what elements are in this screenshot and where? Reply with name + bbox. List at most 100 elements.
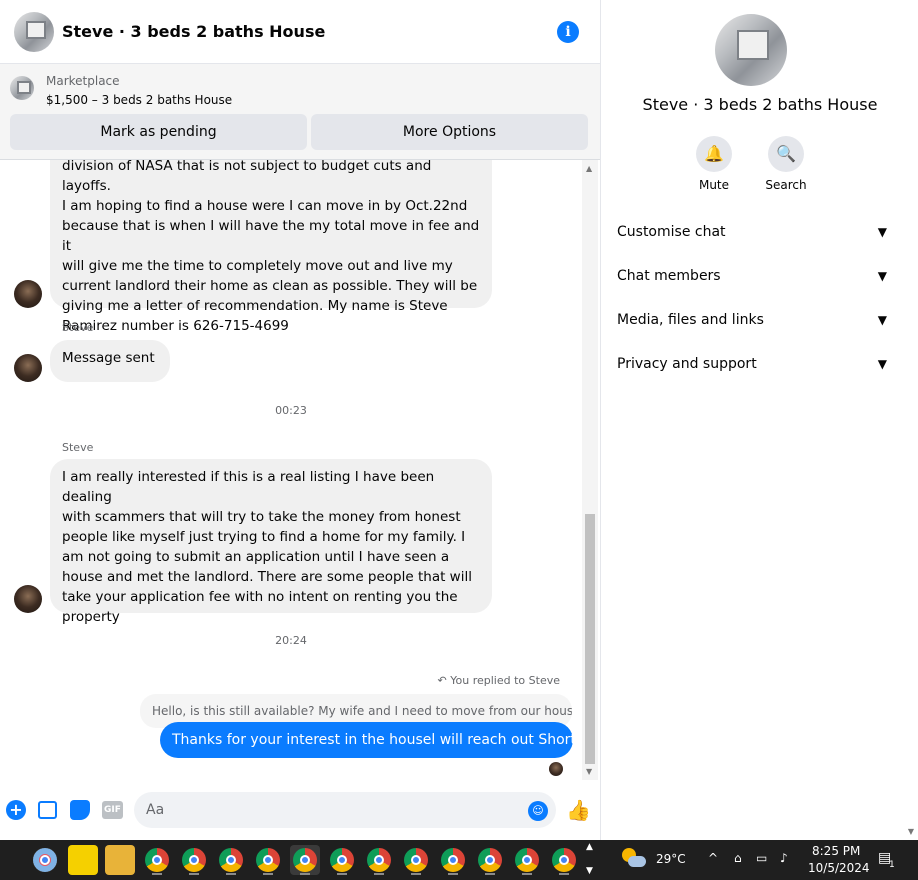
search-button[interactable]: 🔍 Search bbox=[758, 136, 814, 192]
chevron-down-icon: ▼ bbox=[877, 313, 887, 327]
chevron-down-icon: ▼ bbox=[877, 357, 887, 371]
message-line: with scammers that will try to take the … bbox=[62, 509, 461, 525]
message-text: Message sent bbox=[62, 350, 155, 366]
message-composer: + GIF ☺ 👍 bbox=[0, 788, 600, 832]
message-line: people like myself just trying to find a… bbox=[62, 529, 466, 545]
chevron-up-icon[interactable]: ^ bbox=[708, 851, 718, 865]
sender-avatar[interactable] bbox=[14, 354, 42, 382]
thumbs-up-icon[interactable]: 👍 bbox=[566, 798, 591, 822]
message-line: house and met the landlord. There are so… bbox=[62, 569, 472, 585]
notification-count: 1 bbox=[889, 860, 895, 870]
browser-icon[interactable] bbox=[549, 845, 579, 875]
scroll-down-arrow-icon[interactable]: ▼ bbox=[908, 827, 914, 836]
section-chat-members[interactable]: Chat members ▼ bbox=[617, 254, 887, 298]
info-title: Steve · 3 beds 2 baths House bbox=[642, 95, 878, 114]
seen-avatar bbox=[549, 762, 563, 776]
message-line: take your application fee with no intent… bbox=[62, 589, 458, 605]
reply-note-text: You replied to Steve bbox=[450, 674, 560, 687]
browser-icon[interactable] bbox=[142, 845, 172, 875]
taskbar-scroll-up-icon[interactable]: ▲ bbox=[586, 842, 593, 852]
browser-icon[interactable] bbox=[438, 845, 468, 875]
browser-icon[interactable] bbox=[327, 845, 357, 875]
sticker-icon[interactable] bbox=[70, 800, 90, 820]
timestamp: 20:24 bbox=[275, 634, 307, 647]
scrollbar-thumb[interactable] bbox=[585, 514, 595, 764]
mark-as-pending-button[interactable]: Mark as pending bbox=[10, 114, 307, 150]
message-thread[interactable]: division of NASA that is not subject to … bbox=[0, 160, 582, 780]
sender-avatar[interactable] bbox=[14, 585, 42, 613]
section-media-files-links[interactable]: Media, files and links ▼ bbox=[617, 298, 887, 342]
reply-note: ↶ You replied to Steve bbox=[438, 674, 560, 687]
timestamp: 00:23 bbox=[275, 404, 307, 417]
message-bubble[interactable]: I am really interested if this is a real… bbox=[50, 459, 492, 625]
browser-icon[interactable] bbox=[179, 845, 209, 875]
meet-now-icon[interactable]: ⌂ bbox=[734, 851, 742, 865]
marketplace-label: Marketplace bbox=[46, 74, 120, 88]
message-line: giving me a letter of recommendation. My… bbox=[62, 298, 448, 314]
browser-icon[interactable] bbox=[253, 845, 283, 875]
conversation-info-pane: Steve · 3 beds 2 baths House 🔔 Mute 🔍 Se… bbox=[600, 0, 918, 840]
clock-time[interactable]: 8:25 PM bbox=[812, 844, 860, 858]
browser-icon[interactable] bbox=[401, 845, 431, 875]
weather-icon[interactable] bbox=[622, 848, 646, 870]
search-label: Search bbox=[765, 178, 807, 192]
message-line: I am really interested if this is a real… bbox=[62, 469, 435, 505]
message-line: I am hoping to find a house were I can m… bbox=[62, 198, 468, 214]
emoji-icon[interactable]: ☺ bbox=[528, 801, 548, 821]
message-line: current landlord their home as clean as … bbox=[62, 278, 478, 294]
gif-icon[interactable]: GIF bbox=[102, 801, 123, 819]
message-line: am not going to submit an application un… bbox=[62, 549, 450, 565]
info-avatar[interactable] bbox=[715, 14, 787, 86]
section-label: Customise chat bbox=[617, 224, 726, 240]
browser-icon[interactable] bbox=[512, 845, 542, 875]
browser-icon[interactable] bbox=[364, 845, 394, 875]
reply-arrow-icon: ↶ bbox=[437, 674, 447, 687]
message-bubble[interactable]: Message sent bbox=[50, 340, 170, 382]
message-line: division of NASA that is not subject to … bbox=[62, 160, 432, 194]
sticky-notes-icon[interactable] bbox=[68, 845, 98, 875]
chevron-down-icon: ▼ bbox=[877, 269, 887, 283]
section-label: Chat members bbox=[617, 268, 721, 284]
network-icon[interactable]: ▭ bbox=[756, 851, 767, 865]
section-label: Privacy and support bbox=[617, 356, 757, 372]
thread-scrollbar[interactable]: ▲ ▼ bbox=[582, 160, 598, 780]
message-bubble[interactable]: division of NASA that is not subject to … bbox=[50, 160, 492, 334]
browser-icon[interactable] bbox=[216, 845, 246, 875]
message-input[interactable] bbox=[134, 792, 556, 828]
search-icon: 🔍 bbox=[768, 136, 804, 172]
taskbar-scroll-down-icon[interactable]: ▼ bbox=[586, 866, 593, 876]
my-message-bubble[interactable]: Thanks for your interest in the housel w… bbox=[160, 722, 582, 758]
message-line: property bbox=[62, 609, 120, 625]
chat-avatar[interactable] bbox=[14, 12, 54, 52]
info-icon[interactable]: i bbox=[557, 21, 579, 43]
section-privacy-support[interactable]: Privacy and support ▼ bbox=[617, 342, 887, 386]
weather-temperature[interactable]: 29°C bbox=[656, 852, 686, 866]
message-line: because that is when I will have the my … bbox=[62, 218, 480, 254]
listing-thumbnail[interactable] bbox=[10, 76, 34, 100]
listing-title[interactable]: $1,500 – 3 beds 2 baths House bbox=[46, 93, 232, 107]
cloud-shape bbox=[628, 856, 646, 867]
marketplace-bar: Marketplace $1,500 – 3 beds 2 baths Hous… bbox=[0, 64, 600, 160]
sender-name: Steve bbox=[62, 321, 94, 334]
photo-icon[interactable] bbox=[38, 801, 57, 819]
section-customise-chat[interactable]: Customise chat ▼ bbox=[617, 210, 887, 254]
browser-icon[interactable] bbox=[475, 845, 505, 875]
clock-date[interactable]: 10/5/2024 bbox=[808, 861, 870, 875]
section-label: Media, files and links bbox=[617, 312, 764, 328]
bell-icon: 🔔 bbox=[696, 136, 732, 172]
scroll-up-arrow-icon[interactable]: ▲ bbox=[586, 164, 592, 173]
sender-avatar[interactable] bbox=[14, 280, 42, 308]
paint-app-icon[interactable] bbox=[30, 845, 60, 875]
file-explorer-icon[interactable] bbox=[105, 845, 135, 875]
scroll-down-arrow-icon[interactable]: ▼ bbox=[586, 767, 592, 776]
message-line: will give me the time to completely move… bbox=[62, 258, 453, 274]
plus-icon[interactable]: + bbox=[6, 800, 26, 820]
browser-icon[interactable] bbox=[290, 845, 320, 875]
volume-icon[interactable]: ♪ bbox=[780, 851, 788, 865]
chevron-down-icon: ▼ bbox=[877, 225, 887, 239]
more-options-button[interactable]: More Options bbox=[311, 114, 588, 150]
mute-label: Mute bbox=[698, 178, 730, 192]
chat-pane: Steve · 3 beds 2 baths House i Marketpla… bbox=[0, 0, 600, 840]
mute-button[interactable]: 🔔 Mute bbox=[686, 136, 742, 192]
chat-title[interactable]: Steve · 3 beds 2 baths House bbox=[62, 22, 325, 41]
